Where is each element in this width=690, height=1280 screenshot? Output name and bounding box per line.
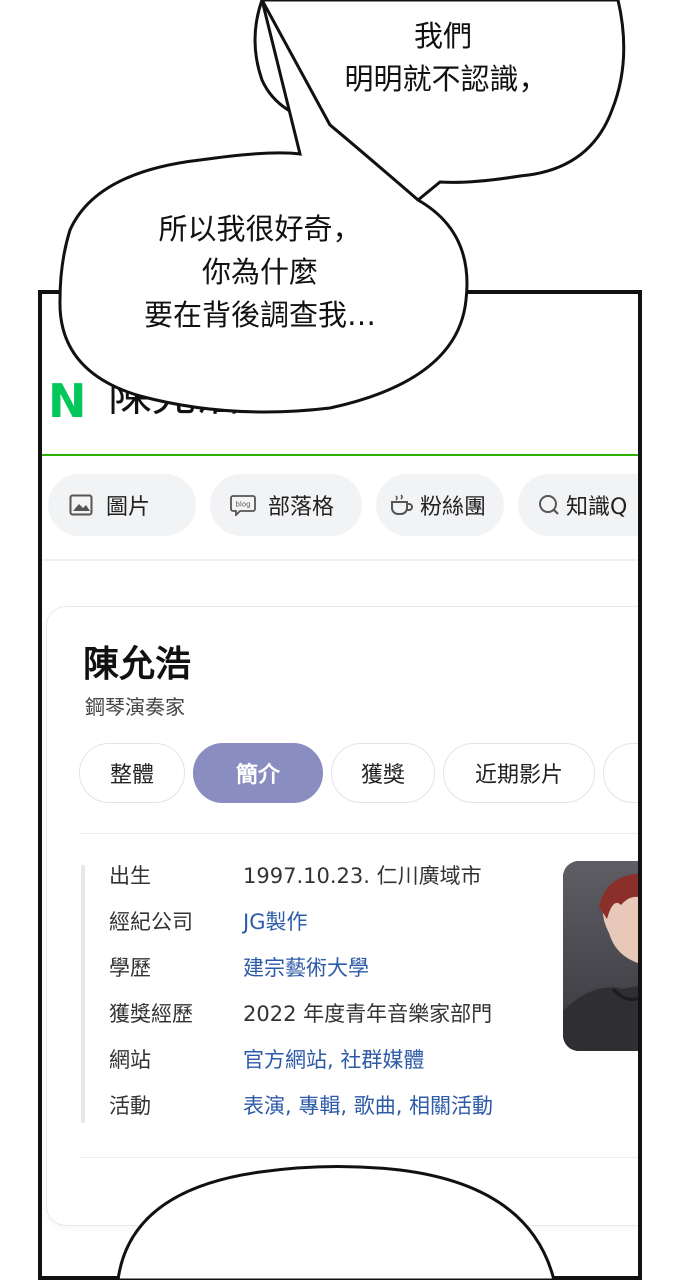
search-header: N 陳允浩 <box>42 354 638 456</box>
search-q-icon <box>536 492 562 518</box>
info-accent-bar <box>81 865 85 1123</box>
profile-card: 陳允浩 鋼琴演奏家 整體 簡介 獲獎 近期影片 出生 1997.10.23. 仁… <box>46 606 638 1226</box>
phone-screen-panel: N 陳允浩 圖片 blog 部落格 粉絲團 知識Q 陳允浩 鋼琴演奏家 整體 簡… <box>38 290 642 1280</box>
tab-intro[interactable]: 簡介 <box>193 743 323 803</box>
info-label: 學歷 <box>109 956 151 980</box>
blog-icon: blog <box>230 492 256 518</box>
divider <box>79 833 638 834</box>
info-value: 1997.10.23. 仁川廣域市 <box>243 864 482 888</box>
profile-name: 陳允浩 <box>83 644 192 685</box>
category-chips: 圖片 blog 部落格 粉絲團 知識Q <box>42 474 638 538</box>
chip-label: 圖片 <box>106 495 151 520</box>
info-label: 獲獎經歷 <box>109 1002 193 1026</box>
info-value: 2022 年度青年音樂家部門 <box>243 1002 493 1026</box>
chip-images[interactable]: 圖片 <box>48 474 196 536</box>
chip-blog[interactable]: blog 部落格 <box>210 474 362 536</box>
info-link[interactable]: 官方網站, 社群媒體 <box>243 1045 424 1075</box>
profile-subtitle: 鋼琴演奏家 <box>85 695 185 719</box>
svg-text:blog: blog <box>235 501 250 509</box>
profile-photo[interactable] <box>563 861 638 1051</box>
bubble-middle-line2: 你為什麼 <box>201 255 318 289</box>
tab-overview[interactable]: 整體 <box>79 743 185 803</box>
cafe-icon <box>388 492 414 518</box>
tab-recent-videos[interactable]: 近期影片 <box>443 743 595 803</box>
info-label: 出生 <box>109 864 151 888</box>
bubble-middle-line3: 要在背後調查我… <box>143 298 376 332</box>
profile-tabs: 整體 簡介 獲獎 近期影片 <box>79 743 638 807</box>
naver-logo[interactable]: N <box>48 378 87 424</box>
chip-label: 部落格 <box>268 495 335 520</box>
image-icon <box>68 492 94 518</box>
chip-cafe[interactable]: 粉絲團 <box>376 474 504 536</box>
bubble-top-line2: 明明就不認識， <box>344 62 548 96</box>
bubble-top-line1: 我們 <box>413 19 472 53</box>
chip-label: 粉絲團 <box>420 495 487 520</box>
info-link[interactable]: 建宗藝術大學 <box>243 953 369 983</box>
tab-awards[interactable]: 獲獎 <box>331 743 435 803</box>
tab-more[interactable] <box>603 743 638 803</box>
search-query[interactable]: 陳允浩 <box>108 374 240 418</box>
chip-knowledge[interactable]: 知識Q <box>518 474 638 536</box>
info-label: 經紀公司 <box>109 910 193 934</box>
info-link[interactable]: JG製作 <box>243 907 307 937</box>
info-label: 活動 <box>109 1094 151 1118</box>
bubble-middle-line1: 所以我很好奇， <box>158 212 362 246</box>
divider <box>79 1157 638 1158</box>
chip-label: 知識Q <box>566 495 628 520</box>
info-link[interactable]: 表演, 專輯, 歌曲, 相關活動 <box>243 1091 493 1121</box>
info-label: 網站 <box>109 1048 151 1072</box>
divider <box>42 559 638 561</box>
